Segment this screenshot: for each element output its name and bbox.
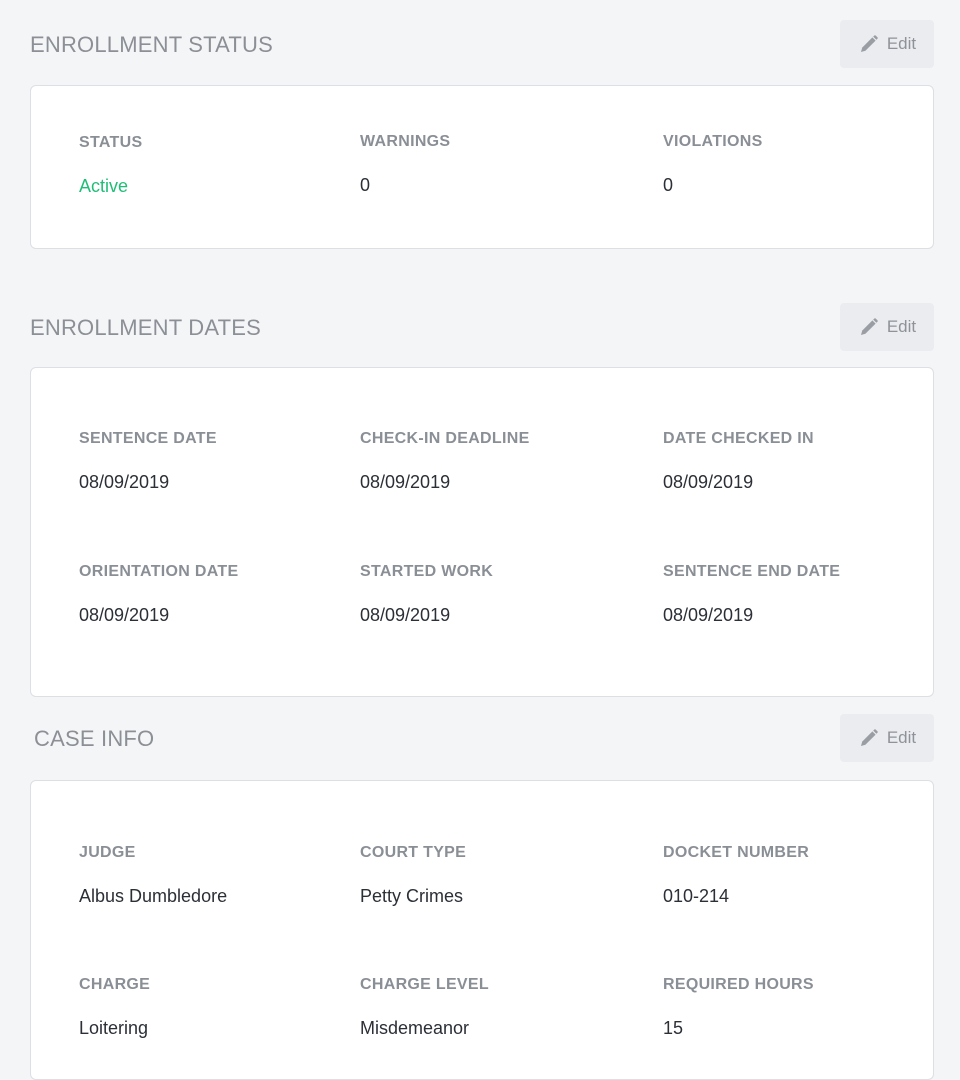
field-value: 08/09/2019 [663,605,754,625]
field-value: 08/09/2019 [360,605,451,625]
field-value: Albus Dumbledore [79,886,228,906]
field-value: Misdemeanor [360,1018,470,1038]
field-value: 08/09/2019 [663,472,754,492]
field-docket-number: DOCKET NUMBER 010-214 [663,844,810,906]
field-label: DATE CHECKED IN [663,430,814,447]
field-status: STATUS Active [79,134,143,196]
field-orientation-date: ORIENTATION DATE 08/09/2019 [79,563,239,625]
status-value: Active [79,176,129,196]
field-label: WARNINGS [360,133,451,150]
field-label: SENTENCE END DATE [663,563,841,580]
pencil-icon [860,35,878,53]
field-sentence-end-date: SENTENCE END DATE 08/09/2019 [663,563,841,625]
violations-value: 0 [663,175,674,195]
field-value: 010-214 [663,886,730,906]
pencil-icon [860,318,878,336]
field-value: 08/09/2019 [360,472,451,492]
edit-label: Edit [886,728,917,747]
enrollment-dates-header: ENROLLMENT DATES Edit [0,303,960,351]
field-label: DOCKET NUMBER [663,844,810,861]
field-label: STATUS [79,134,143,151]
field-label: CHECK-IN DEADLINE [360,430,530,447]
field-required-hours: REQUIRED HOURS 15 [663,976,814,1038]
edit-enrollment-status-button[interactable]: Edit [840,20,934,68]
field-label: STARTED WORK [360,563,494,580]
field-value: Petty Crimes [360,886,464,906]
edit-label: Edit [886,34,917,53]
edit-enrollment-dates-button[interactable]: Edit [840,303,934,351]
enrollment-status-header: ENROLLMENT STATUS Edit [0,20,960,68]
field-judge: JUDGE Albus Dumbledore [79,844,227,906]
field-court-type: COURT TYPE Petty Crimes [360,844,467,906]
field-date-checked-in: DATE CHECKED IN 08/09/2019 [663,430,814,492]
field-warnings: WARNINGS 0 [360,133,451,195]
field-label: REQUIRED HOURS [663,976,814,993]
field-label: COURT TYPE [360,844,467,861]
field-charge-level: CHARGE LEVEL Misdemeanor [360,976,489,1038]
field-started-work: STARTED WORK 08/09/2019 [360,563,494,625]
field-check-in-deadline: CHECK-IN DEADLINE 08/09/2019 [360,430,530,492]
enrollment-status-card: STATUS Active WARNINGS 0 VIOLATIONS 0 [30,85,934,249]
warnings-value: 0 [360,175,371,195]
field-value: 15 [663,1018,684,1038]
enrollment-dates-card: SENTENCE DATE 08/09/2019 CHECK-IN DEADLI… [30,367,934,697]
section-title-case-info: CASE INFO [34,726,155,751]
field-label: ORIENTATION DATE [79,563,239,580]
field-label: CHARGE [79,976,151,993]
field-label: VIOLATIONS [663,133,763,150]
edit-case-info-button[interactable]: Edit [840,714,934,762]
field-sentence-date: SENTENCE DATE 08/09/2019 [79,430,217,492]
field-value: 08/09/2019 [79,472,170,492]
field-value: Loitering [79,1018,149,1038]
edit-label: Edit [886,317,917,336]
pencil-icon [860,729,878,747]
field-charge: CHARGE Loitering [79,976,151,1038]
field-value: 08/09/2019 [79,605,170,625]
case-info-card: JUDGE Albus Dumbledore COURT TYPE Petty … [30,780,934,1080]
field-label: SENTENCE DATE [79,430,217,447]
field-label: JUDGE [79,844,136,861]
case-info-header: CASE INFO Edit [0,714,960,762]
field-violations: VIOLATIONS 0 [663,133,763,195]
section-title-enrollment-dates: ENROLLMENT DATES [30,315,261,340]
field-label: CHARGE LEVEL [360,976,489,993]
section-title-enrollment-status: ENROLLMENT STATUS [30,32,273,57]
